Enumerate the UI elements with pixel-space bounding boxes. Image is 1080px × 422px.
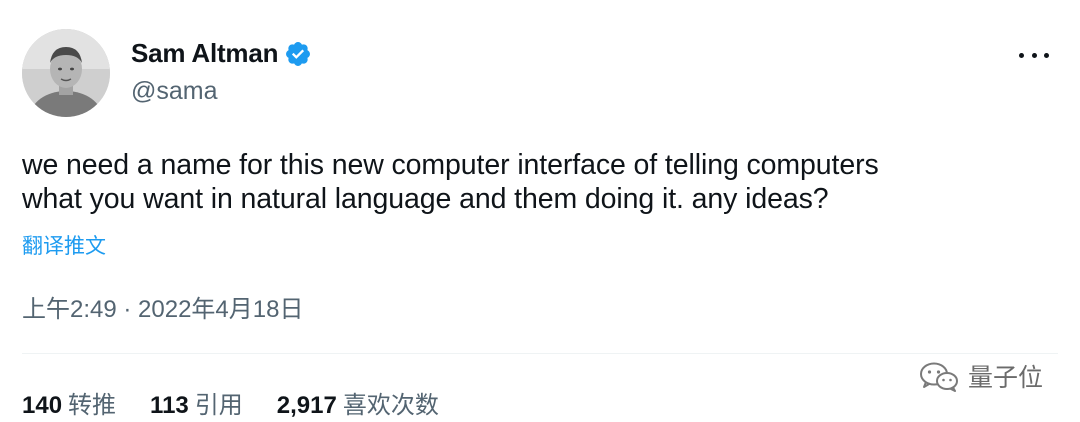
- author-name[interactable]: Sam Altman: [131, 38, 279, 69]
- avatar[interactable]: [22, 29, 110, 117]
- retweets-stat[interactable]: 140 转推: [22, 385, 116, 420]
- watermark: 量子位: [918, 358, 1043, 394]
- author-handle[interactable]: @sama: [131, 77, 218, 106]
- likes-stat[interactable]: 2,917 喜欢次数: [277, 385, 439, 420]
- tweet-text: we need a name for this new computer int…: [22, 149, 879, 215]
- retweets-count: 140: [22, 392, 63, 419]
- tweet-timestamp[interactable]: 上午2:49 · 2022年4月18日: [22, 289, 303, 324]
- watermark-text: 量子位: [968, 364, 1044, 392]
- quotes-stat[interactable]: 113 引用: [150, 385, 243, 420]
- engagement-stats: 140 转推 113 引用 2,917 喜欢次数: [22, 385, 439, 420]
- verified-badge-icon: [286, 41, 311, 66]
- author-name-row[interactable]: Sam Altman: [131, 38, 312, 69]
- translate-tweet-link[interactable]: 翻译推文: [22, 230, 106, 260]
- more-horizontal-icon[interactable]: [1019, 50, 1049, 60]
- divider: [22, 353, 1058, 354]
- wechat-icon: [920, 362, 958, 392]
- likes-count: 2,917: [276, 392, 337, 419]
- quotes-count: 113: [150, 392, 189, 419]
- retweets-label: 转推: [68, 392, 117, 419]
- avatar-photo: [22, 29, 110, 117]
- quotes-label: 引用: [194, 392, 243, 419]
- likes-label: 喜欢次数: [342, 392, 439, 419]
